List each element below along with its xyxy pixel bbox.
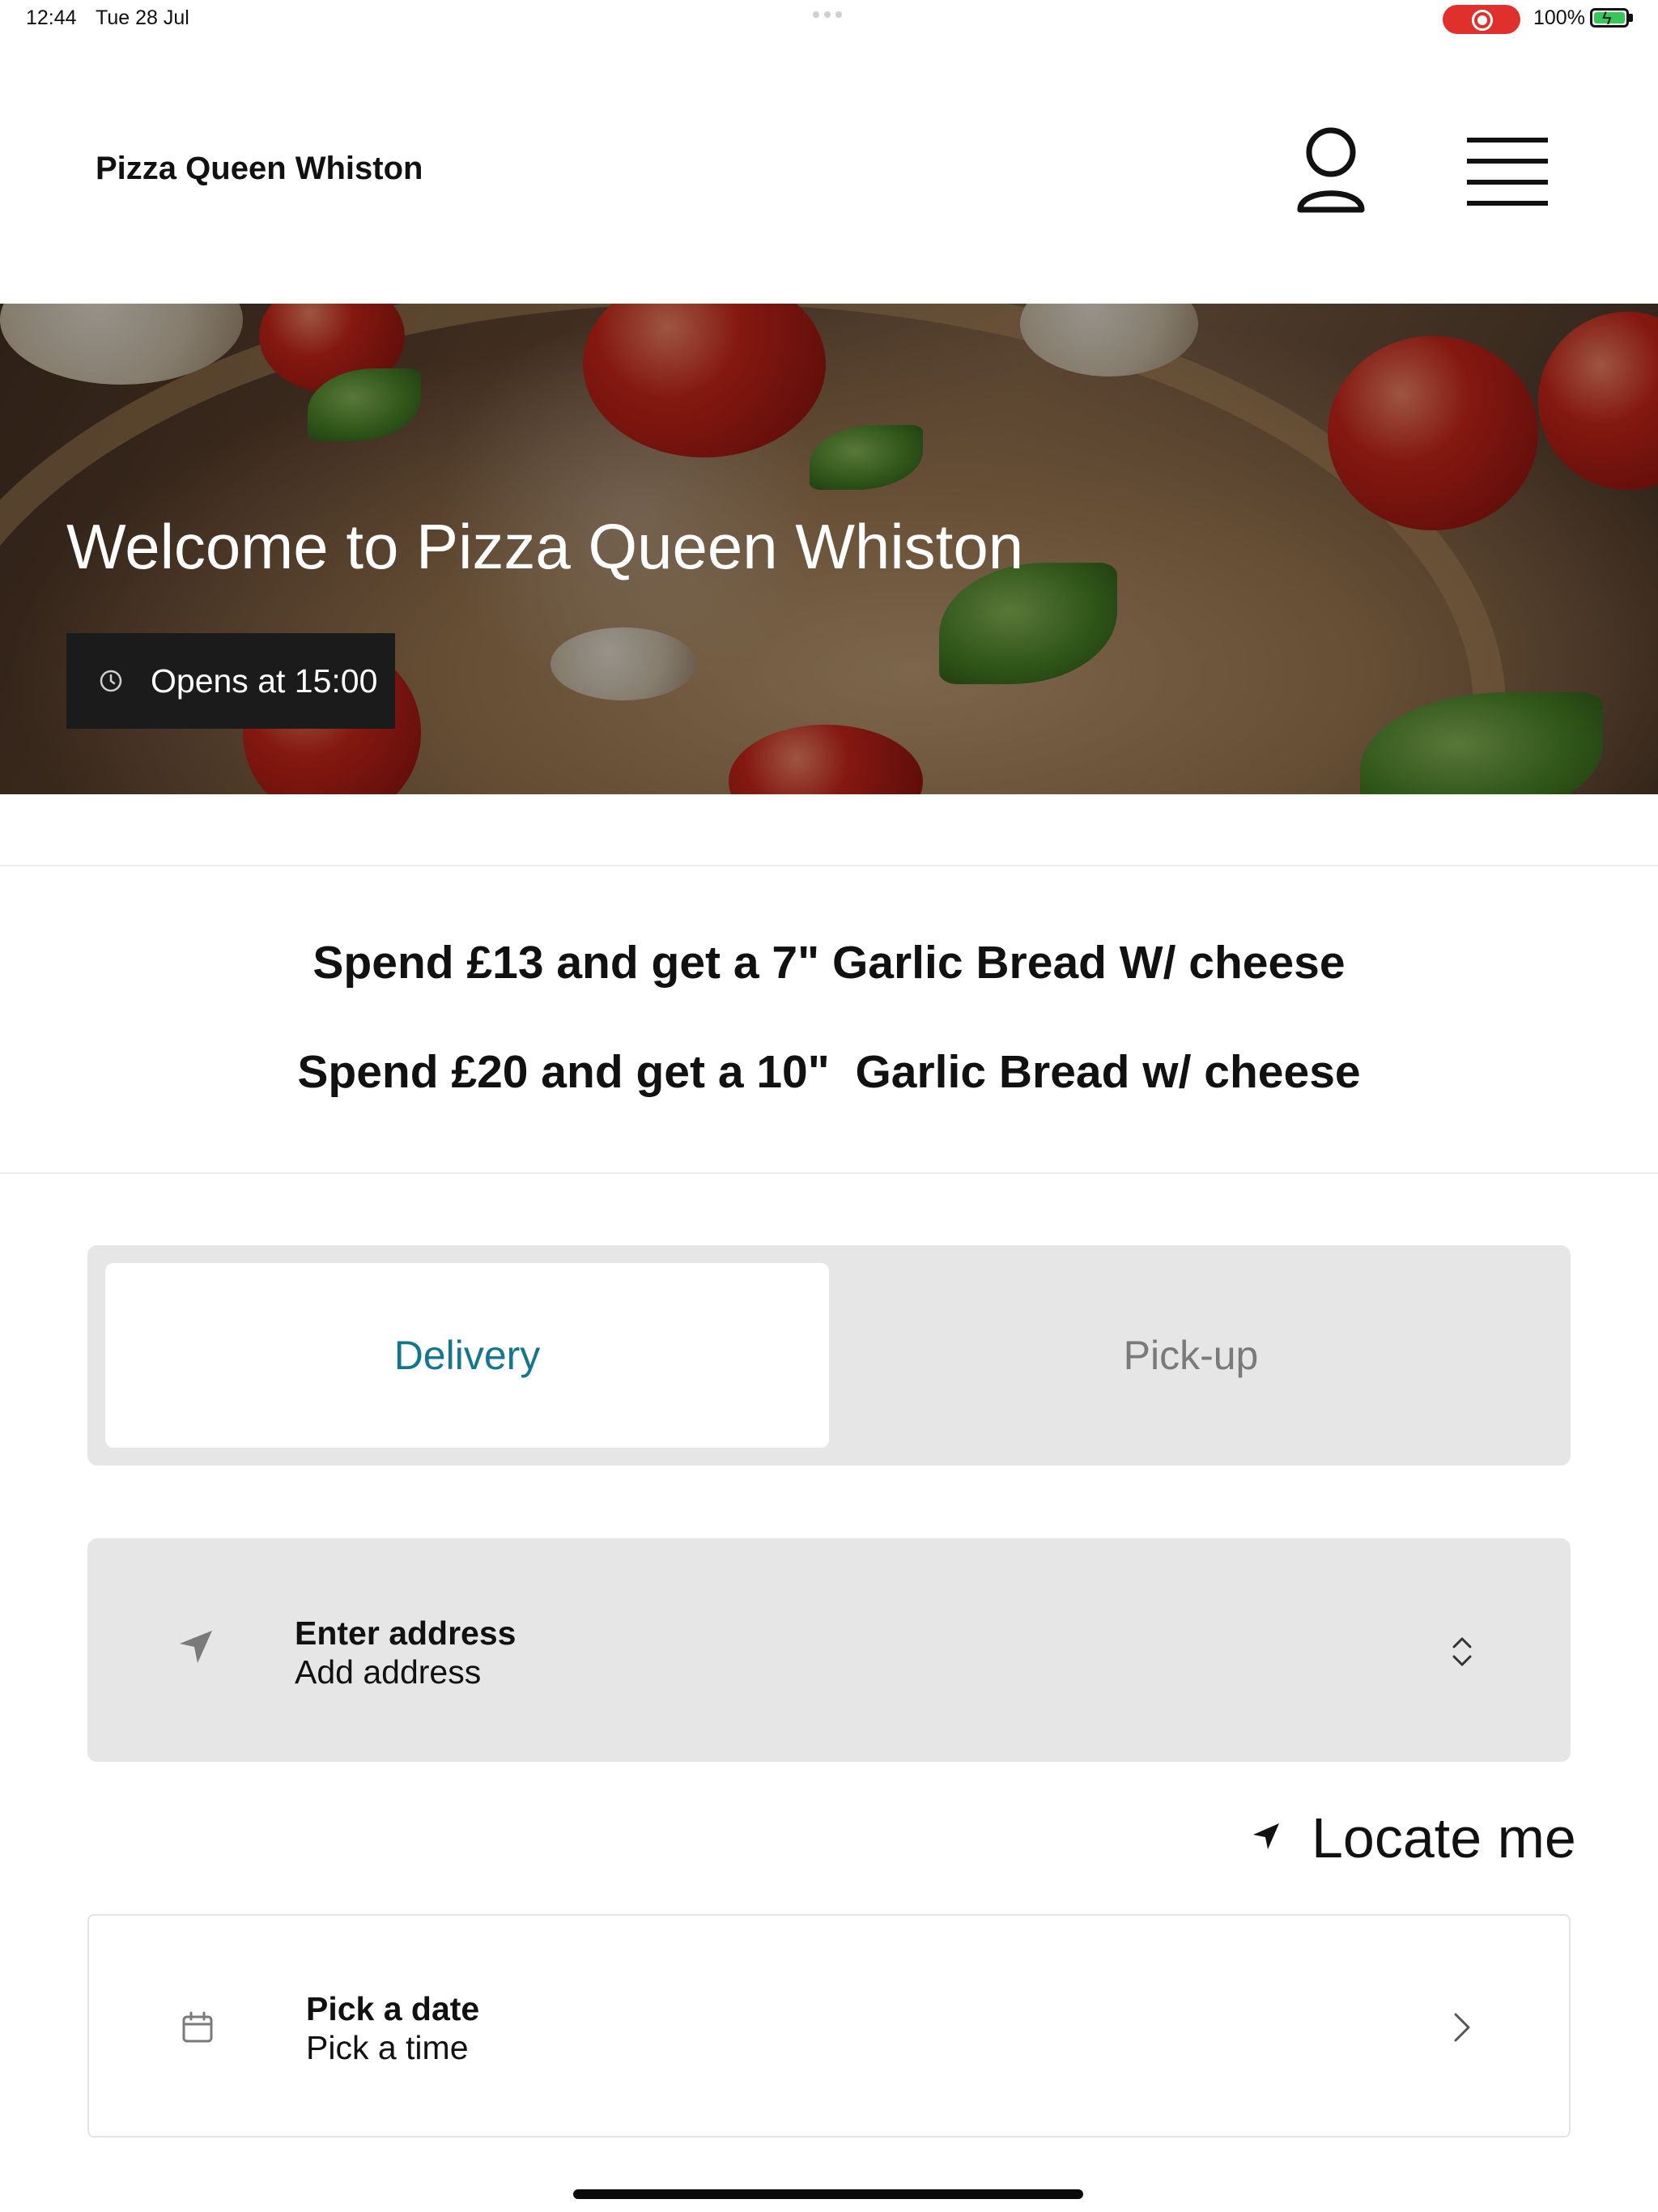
location-arrow-icon xyxy=(1253,1823,1279,1849)
screen-record-icon[interactable] xyxy=(1443,5,1520,34)
divider xyxy=(0,1172,1658,1174)
opening-time-text: Opens at 15:00 xyxy=(151,662,378,700)
opening-time-badge: Opens at 15:00 xyxy=(66,633,395,729)
brand-name[interactable]: Pizza Queen Whiston xyxy=(96,151,423,187)
multitasking-dots-icon[interactable] xyxy=(813,11,845,24)
home-indicator[interactable] xyxy=(573,2189,1083,2199)
tab-delivery[interactable]: Delivery xyxy=(105,1263,829,1448)
chevron-right-icon xyxy=(1454,2013,1470,2042)
user-icon[interactable] xyxy=(1294,126,1368,217)
locate-me-label: Locate me xyxy=(1312,1806,1576,1870)
battery-cap xyxy=(1629,14,1633,22)
date-time-picker[interactable]: Pick a date Pick a time xyxy=(87,1914,1571,2138)
promo-line: Spend £20 and get a 10" Garlic Bread w/ … xyxy=(297,1046,1361,1098)
clock-icon xyxy=(100,670,122,692)
hero-title: Welcome to Pizza Queen Whiston xyxy=(66,511,1024,582)
tab-pick-up[interactable]: Pick-up xyxy=(829,1263,1553,1448)
date-title: Pick a date xyxy=(306,1990,480,2027)
status-time: 12:44 xyxy=(26,6,77,29)
address-selector[interactable]: Enter address Add address xyxy=(87,1538,1571,1762)
promo-line: Spend £13 and get a 7" Garlic Bread W/ c… xyxy=(312,937,1346,989)
status-date: Tue 28 Jul xyxy=(96,6,189,29)
chevron-up-down-icon xyxy=(1452,1637,1472,1666)
divider xyxy=(0,865,1658,866)
battery-percentage: 100% xyxy=(1533,6,1585,29)
hamburger-menu-icon[interactable] xyxy=(1467,138,1548,206)
address-subtitle: Add address xyxy=(295,1653,482,1691)
location-arrow-icon xyxy=(180,1631,212,1663)
battery-charging-icon: ϟ xyxy=(1590,8,1629,28)
address-title: Enter address xyxy=(295,1614,517,1652)
time-subtitle: Pick a time xyxy=(306,2029,469,2066)
calendar-icon xyxy=(182,2011,213,2043)
locate-me-button[interactable]: Locate me xyxy=(1239,1802,1576,1875)
